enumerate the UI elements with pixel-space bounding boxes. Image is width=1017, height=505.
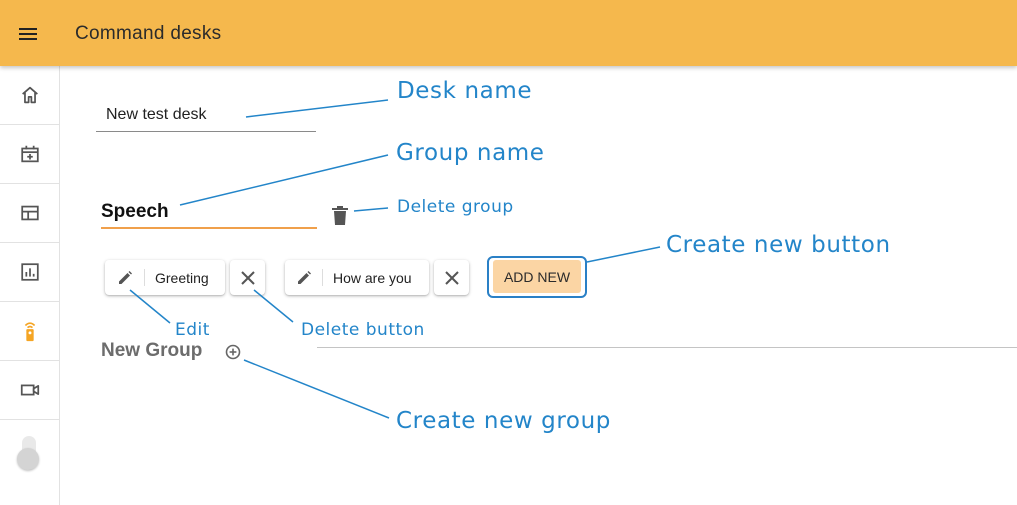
edit-button[interactable] [105,260,145,295]
add-new-button[interactable]: ADD NEW [493,260,581,293]
home-icon [21,86,38,104]
theme-toggle[interactable] [14,434,44,474]
video-camera-icon [20,384,39,396]
sidebar-item-layout[interactable] [0,184,59,243]
sidebar-item-home[interactable] [0,66,59,125]
desk-name-input[interactable] [96,100,316,130]
menu-icon [19,28,37,40]
trash-icon [332,205,348,225]
delete-command-button[interactable] [230,260,265,295]
edit-button[interactable] [285,260,323,295]
close-icon [240,270,255,285]
menu-button[interactable] [14,20,42,48]
top-app-bar: Command desks [0,0,1017,66]
sidebar-item-stats[interactable] [0,243,59,302]
annotation-delete-group: Delete group [397,197,514,217]
annotation-edit: Edit [175,320,210,340]
layout-icon [20,205,39,221]
toggle-knob [17,448,39,470]
remote-icon [24,322,35,342]
command-button-how-are-you[interactable]: How are you [285,260,429,295]
bar-chart-icon [20,263,39,281]
add-group-button[interactable] [224,343,242,361]
delete-command-button[interactable] [434,260,469,295]
sidebar [0,66,60,505]
command-button-greeting[interactable]: Greeting [105,260,225,295]
sidebar-item-camera[interactable] [0,361,59,420]
sidebar-item-remote[interactable] [0,302,59,361]
annotation-create-group: Create new group [396,408,611,434]
calendar-add-icon [20,145,39,163]
close-icon [444,270,459,285]
desk-name-field [96,100,316,132]
new-group-label[interactable]: New Group [101,340,202,362]
add-circle-icon [225,344,241,360]
pencil-icon [119,270,132,284]
group-name-field [101,197,317,229]
annotation-desk-name: Desk name [397,78,533,104]
annotation-create-button: Create new button [666,232,891,258]
sidebar-item-events[interactable] [0,125,59,184]
page-title: Command desks [75,23,222,44]
command-button-label: How are you [333,269,412,286]
group-name-input[interactable] [101,197,311,227]
annotation-group-name: Group name [396,140,545,166]
annotation-delete-button: Delete button [301,320,425,340]
group-divider [317,347,1017,348]
pencil-icon [298,270,311,284]
delete-group-button[interactable] [329,203,351,227]
command-button-label: Greeting [155,269,209,286]
